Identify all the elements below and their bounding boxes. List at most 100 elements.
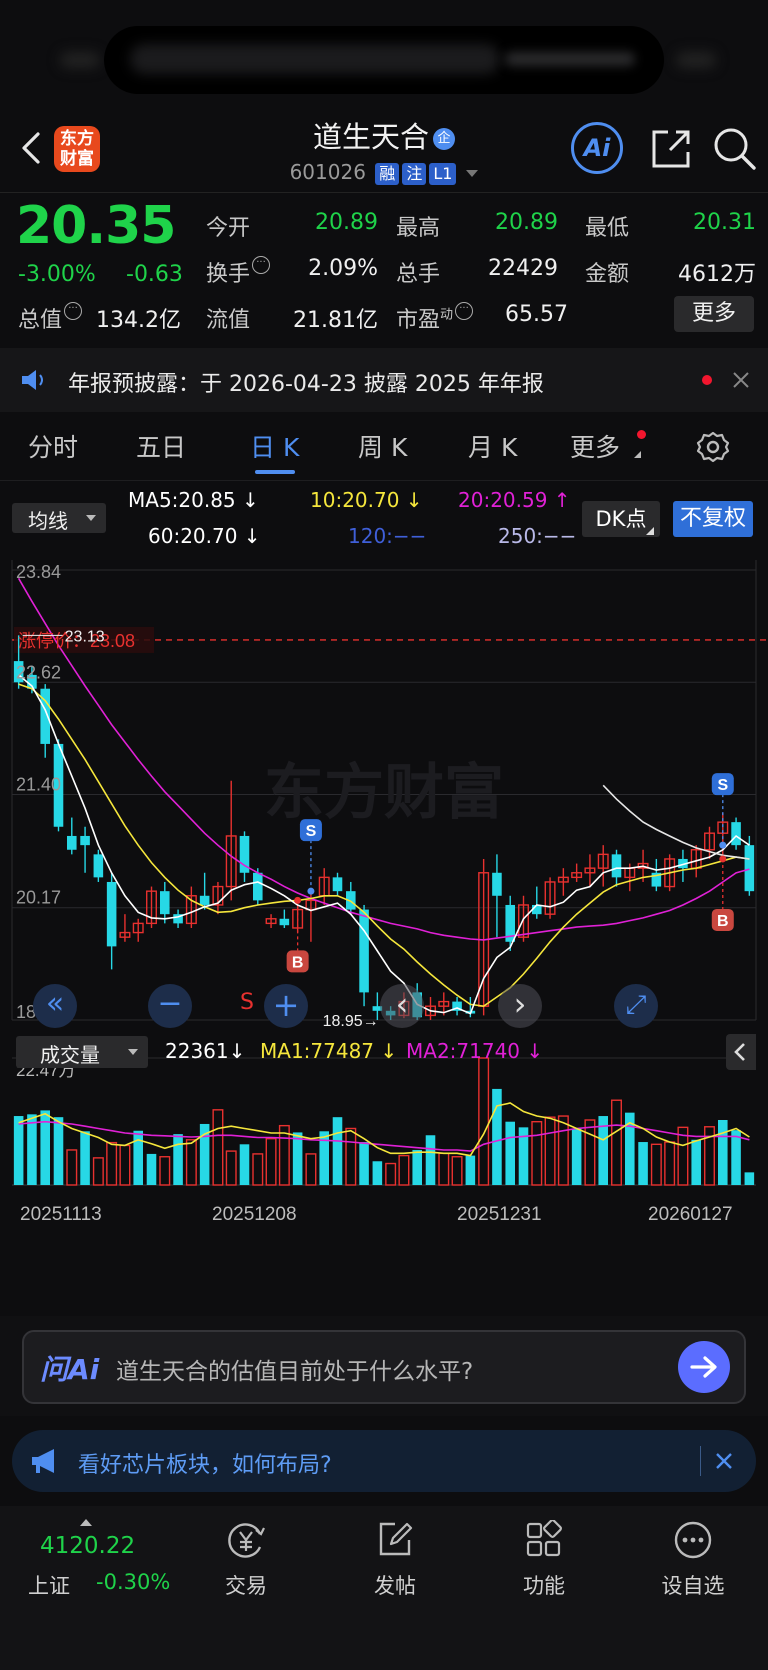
- x-tick-label: 20251208: [212, 1204, 297, 1225]
- volume-bar: [465, 1155, 476, 1185]
- high-annotation: 23.13: [65, 628, 105, 645]
- volume-bar: [319, 1131, 329, 1185]
- tab-five-day[interactable]: 五日: [136, 428, 186, 464]
- zoom-out-button[interactable]: −: [148, 984, 192, 1028]
- active-tab-indicator: [255, 470, 295, 474]
- candle-body: [67, 835, 77, 850]
- status-blur-left: [60, 52, 100, 68]
- candle-body: [253, 872, 263, 901]
- volume-bar: [252, 1153, 264, 1186]
- volume-current-text: 22361: [165, 1039, 229, 1063]
- volume-bar: [611, 1099, 622, 1186]
- marker-dot: [719, 841, 727, 849]
- tab-intraday[interactable]: 分时: [28, 428, 78, 464]
- no-adjust-button[interactable]: 不复权: [673, 501, 753, 537]
- volume-indicator-selector[interactable]: 成交量: [16, 1036, 148, 1068]
- candle-body: [731, 822, 741, 846]
- index-value[interactable]: 4120.22: [40, 1533, 135, 1559]
- dk-point-label: DK点: [595, 507, 647, 531]
- volume-bar: [372, 1161, 383, 1185]
- info-icon: ···: [252, 256, 271, 274]
- volume-bar: [398, 1154, 410, 1186]
- volume-bar: [66, 1149, 78, 1186]
- indicator-selector-label: 均线: [28, 509, 68, 533]
- ma60-text: 60:20.70: [148, 524, 238, 548]
- ma5-label: MA5:20.85 ↓: [128, 488, 259, 512]
- kline-chart[interactable]: 东方财富 BSBS 23.8422.6221.4020.1718.95涨停价：2…: [0, 548, 768, 1318]
- nav-post[interactable]: 发帖: [335, 1518, 455, 1628]
- tab-monthly-k[interactable]: 月 K: [468, 428, 517, 464]
- ma5-text: MA5:20.85: [128, 488, 236, 512]
- volume-bar: [531, 1120, 543, 1186]
- turnover-label-text: 换手: [206, 262, 251, 287]
- volume-bar: [650, 1143, 662, 1186]
- chart-settings-button[interactable]: [696, 430, 730, 468]
- marker-dot: [294, 896, 302, 904]
- turnover-label[interactable]: 换手 ···: [206, 256, 271, 288]
- search-button[interactable]: [712, 126, 758, 172]
- mktcap-label[interactable]: 总值 ···: [18, 302, 83, 334]
- index-change: -0.30%: [96, 1570, 171, 1594]
- tab-more-dot: [637, 430, 646, 439]
- low-label: 最低: [585, 216, 630, 241]
- notice-close-button[interactable]: [730, 369, 752, 395]
- marker-label: S: [717, 777, 728, 794]
- tab-weekly-k[interactable]: 周 K: [358, 428, 407, 464]
- tab-daily-k[interactable]: 日 K: [250, 428, 299, 464]
- index-name[interactable]: 上证: [28, 1570, 70, 1600]
- ask-ai-submit-button[interactable]: [678, 1341, 730, 1393]
- nav-functions[interactable]: 功能: [484, 1518, 604, 1628]
- y-tick-label: 20.17: [16, 888, 61, 908]
- volume-ma1: MA1:77487 ↓: [260, 1039, 398, 1063]
- volume-bar: [225, 1150, 237, 1186]
- arrow-right-icon: [690, 1356, 717, 1378]
- y-tick-label: 22.62: [16, 662, 61, 682]
- expand-button[interactable]: ⤢: [614, 984, 658, 1028]
- volume-bar: [359, 1142, 369, 1185]
- indicator-selector[interactable]: 均线: [12, 503, 106, 533]
- volume-bar: [278, 1124, 290, 1186]
- volume-bar: [425, 1135, 436, 1185]
- volume-bar: [731, 1130, 741, 1185]
- low-annotation: 18.95→: [323, 1013, 379, 1030]
- volume-bar: [146, 1153, 157, 1185]
- ma20-text: 20:20.59: [458, 488, 548, 512]
- divider: [0, 480, 768, 481]
- marker-label: B: [292, 954, 304, 971]
- pe-value: 65.57: [505, 302, 568, 327]
- change-percent: -3.00%: [18, 262, 96, 287]
- sell-marker-label: S: [240, 990, 254, 1015]
- pe-label-text: 市盈: [396, 308, 441, 333]
- x-tick-label: 20251113: [20, 1204, 102, 1225]
- volume-bar: [438, 1152, 450, 1186]
- share-button[interactable]: [648, 126, 694, 172]
- low-value: 20.31: [693, 210, 756, 235]
- candle-body: [80, 835, 90, 846]
- nav-watchlist[interactable]: 设自选: [633, 1518, 753, 1628]
- close-icon: [716, 1453, 732, 1469]
- notice-text: 年报预披露：于 2026-04-23 披露 2025 年年报: [68, 372, 544, 397]
- ask-ai-placeholder[interactable]: 道生天合的估值目前处于什么水平?: [116, 1352, 473, 1386]
- ai-button[interactable]: Ai: [571, 122, 623, 174]
- open-label: 今开: [206, 216, 251, 241]
- tab-more[interactable]: 更多: [570, 428, 620, 464]
- banner-close-button[interactable]: [714, 1451, 734, 1475]
- y-tick-label: 23.84: [16, 562, 61, 582]
- first-page-button[interactable]: «: [33, 984, 77, 1028]
- high-value: 20.89: [495, 210, 558, 235]
- x-tick-label: 20251231: [457, 1204, 542, 1225]
- ma250-label: 250:−−: [498, 524, 577, 548]
- candle-body: [744, 845, 755, 892]
- collapse-panel-button[interactable]: [726, 1034, 756, 1070]
- info-icon: ···: [64, 302, 83, 320]
- ma10-text: 10:20.70: [310, 488, 400, 512]
- volume-bar: [13, 1116, 24, 1185]
- volume-bar: [292, 1132, 303, 1185]
- ma20-label: 20:20.59 ↑: [458, 488, 571, 512]
- more-stats-button[interactable]: 更多: [674, 296, 754, 332]
- next-button[interactable]: ›: [498, 984, 542, 1028]
- zoom-in-button[interactable]: +: [264, 984, 308, 1028]
- volume-current: 22361↓: [165, 1039, 246, 1063]
- prev-button[interactable]: ‹: [380, 984, 424, 1028]
- nav-trade[interactable]: 交易: [186, 1518, 306, 1628]
